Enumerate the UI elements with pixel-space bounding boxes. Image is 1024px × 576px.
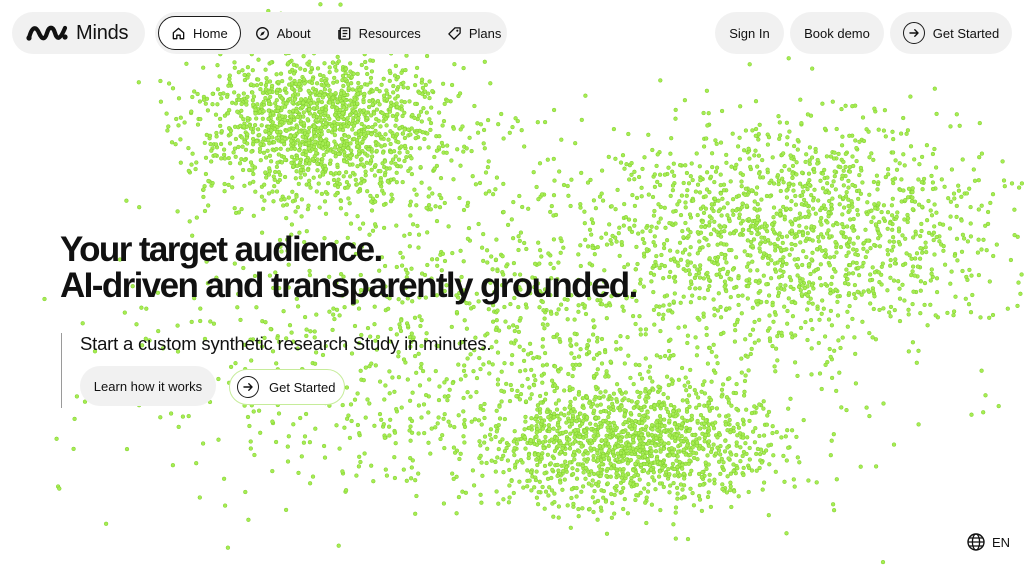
- hero-get-started-button[interactable]: Get Started: [229, 369, 345, 405]
- header-get-started-label: Get Started: [932, 25, 1000, 41]
- nav-item-plans[interactable]: Plans: [435, 16, 514, 50]
- nav-item-label: Home: [193, 25, 228, 41]
- sign-in-label: Sign In: [729, 25, 770, 41]
- learn-how-it-works-label: Learn how it works: [93, 378, 203, 394]
- nav-item-label: About: [276, 25, 311, 41]
- page: Minds Home About Resources Plans Sign In…: [0, 0, 1024, 576]
- newspaper-icon: [337, 26, 350, 40]
- header-get-started-button[interactable]: Get Started: [890, 12, 1012, 54]
- main-nav: Home About Resources Plans: [155, 12, 507, 54]
- globe-icon: [967, 533, 985, 551]
- tag-icon: [448, 26, 461, 40]
- hero-title-line-1: Your target audience.: [60, 230, 383, 269]
- compass-icon: [255, 26, 269, 40]
- minds-logo-icon: [26, 25, 68, 41]
- nav-item-about[interactable]: About: [243, 16, 323, 50]
- nav-item-label: Resources: [358, 25, 421, 41]
- book-demo-label: Book demo: [804, 25, 870, 41]
- language-selector[interactable]: EN: [966, 532, 1010, 552]
- hero-title: Your target audience. AI-driven and tran…: [60, 230, 638, 305]
- hero-title-line-2: AI-driven and transparently grounded.: [60, 266, 638, 305]
- brand-logo[interactable]: Minds: [12, 12, 145, 54]
- learn-how-it-works-button[interactable]: Learn how it works: [80, 366, 216, 406]
- nav-item-resources[interactable]: Resources: [325, 16, 433, 50]
- brand-name: Minds: [76, 21, 129, 44]
- nav-item-home[interactable]: Home: [158, 16, 241, 50]
- home-icon: [172, 27, 185, 39]
- sign-in-button[interactable]: Sign In: [715, 12, 784, 54]
- arrow-right-icon: [902, 22, 925, 44]
- hero-subtitle: Start a custom synthetic research Study …: [80, 333, 492, 354]
- hero-get-started-label: Get Started: [269, 379, 336, 395]
- hero-divider: [61, 333, 62, 408]
- book-demo-button[interactable]: Book demo: [790, 12, 884, 54]
- language-label: EN: [992, 534, 1011, 550]
- nav-item-label: Plans: [468, 25, 502, 41]
- arrow-right-icon: [237, 376, 259, 398]
